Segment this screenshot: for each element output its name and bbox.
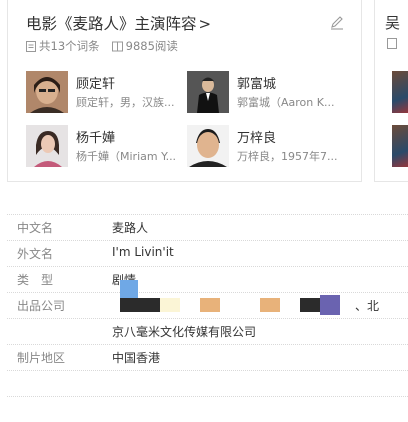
card-title[interactable]: 电影《麦路人》主演阵容 > [26,12,211,34]
book-icon [111,41,123,51]
next-card-title: 吴 [385,14,401,32]
redaction-block [160,298,180,312]
row-divider [7,240,408,241]
person-item[interactable]: 郭富城 郭富城（Aaron K... [187,71,352,115]
card-title-text: 电影《麦路人》主演阵容 [26,15,197,33]
lemma-collection-card[interactable]: 电影《麦路人》主演阵容 > 共13个词条 9885阅读 顾定轩 顾定轩，男，汉族.… [7,0,362,182]
row-divider [7,266,408,267]
person-desc: 顾定轩，男，汉族... [76,96,175,109]
card-meta: 共13个词条 9885阅读 [26,38,178,54]
row-divider [7,396,408,397]
company-suffix: 、北 [355,299,380,313]
person-desc: 杨千嬅（Miriam Y... [76,150,177,163]
row-divider [7,318,408,319]
avatar [187,125,229,167]
avatar [392,71,408,113]
document-icon [26,40,36,52]
genre-label: 类 型 [17,273,54,287]
redaction-block [120,280,138,298]
row-divider [7,292,408,293]
chinese-name-label: 中文名 [17,221,54,235]
chinese-name-value: 麦路人 [112,221,149,235]
redaction-block [300,298,320,312]
row-divider [7,344,408,345]
person-item[interactable]: 杨千嬅 杨千嬅（Miriam Y... [26,125,191,169]
person-item[interactable]: 顾定轩 顾定轩，男，汉族... [26,71,191,115]
row-divider [7,214,408,215]
person-item[interactable]: 万梓良 万梓良，1957年7... [187,125,352,169]
person-name: 郭富城 [237,77,277,92]
next-lemma-card[interactable]: 吴 [374,0,408,182]
foreign-name-label: 外文名 [17,247,54,261]
person-name: 万梓良 [237,131,277,146]
avatar [392,125,408,167]
region-value: 中国香港 [112,351,161,365]
redaction-block [260,298,280,312]
chevron-right-icon: > [198,15,212,33]
person-desc: 万梓良，1957年7... [237,150,338,163]
row-divider [7,370,408,371]
views-count: 9885阅读 [125,39,178,53]
entries-count: 共13个词条 [39,39,100,53]
edit-icon[interactable] [329,14,345,30]
document-icon [387,38,397,49]
person-name: 顾定轩 [76,77,116,92]
company-value-2: 京八毫米文化传媒有限公司 [112,325,257,339]
avatar [26,71,68,113]
foreign-name-value: I'm Livin'it [112,245,174,259]
redaction-block [200,298,220,312]
region-label: 制片地区 [17,351,66,365]
redaction-block [320,295,340,315]
person-desc: 郭富城（Aaron K... [237,96,335,109]
avatar [26,125,68,167]
avatar [187,71,229,113]
redaction-block [120,298,160,312]
person-name: 杨千嬅 [76,131,116,146]
company-label: 出品公司 [17,299,66,313]
